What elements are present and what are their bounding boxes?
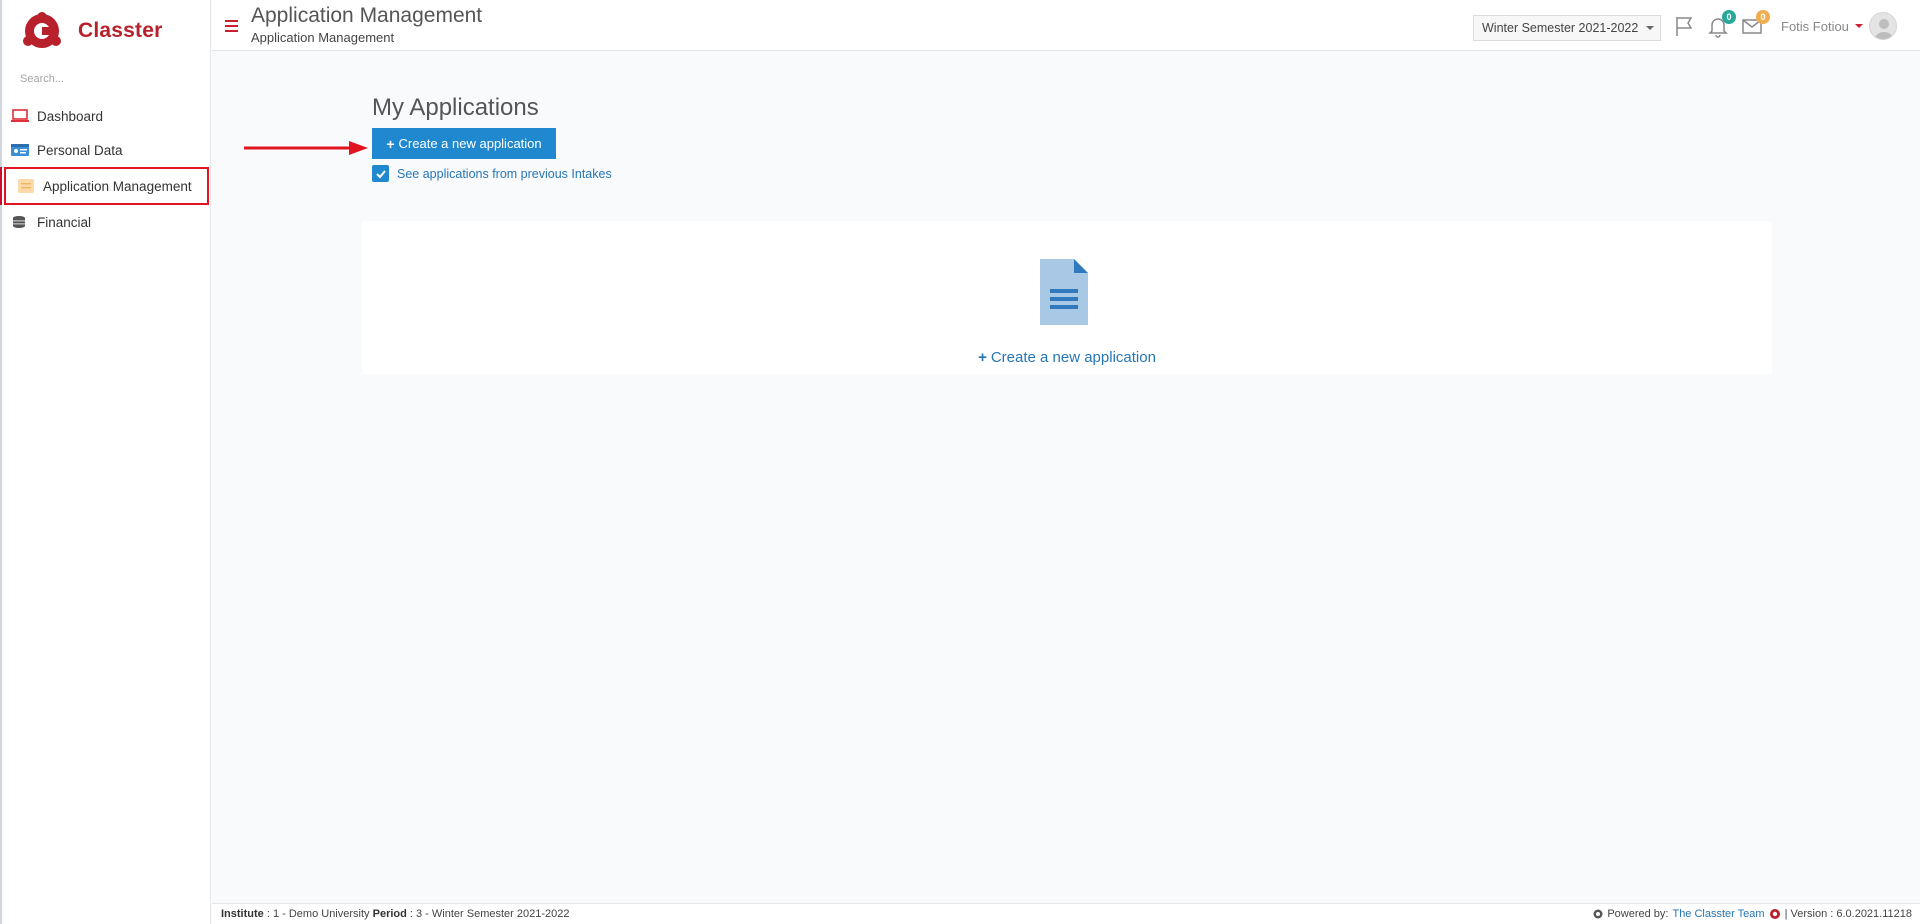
- check-icon: [375, 169, 386, 178]
- sidebar-item-label: Personal Data: [37, 142, 123, 158]
- create-application-button[interactable]: + Create a new application: [372, 128, 556, 159]
- brand-name: Classter: [78, 19, 163, 42]
- see-previous-intakes-label: See applications from previous Intakes: [397, 166, 612, 181]
- plus-icon: +: [386, 135, 395, 152]
- sidebar-item-label: Application Management: [43, 178, 192, 194]
- empty-state-create-label: Create a new application: [990, 349, 1156, 366]
- sidebar-item-dashboard[interactable]: Dashboard: [2, 99, 210, 133]
- sidebar-item-financial[interactable]: Financial: [2, 205, 210, 239]
- bell-icon[interactable]: 0: [1706, 10, 1736, 38]
- empty-state-create-link[interactable]: + Create a new application: [362, 349, 1772, 366]
- sidebar-item-label: Financial: [37, 214, 92, 230]
- document-icon: [1040, 259, 1088, 325]
- hamburger-menu-icon[interactable]: [225, 20, 238, 32]
- plus-icon: +: [978, 349, 987, 366]
- folder-icon: [16, 178, 36, 194]
- sidebar-item-application-management[interactable]: Application Management: [0, 167, 209, 205]
- empty-state-card: + Create a new application: [362, 221, 1772, 374]
- semester-select[interactable]: Winter Semester 2021-2022: [1473, 15, 1661, 41]
- sidebar-item-personal-data[interactable]: Personal Data: [2, 133, 210, 167]
- messages-badge: 0: [1756, 10, 1770, 24]
- mail-icon[interactable]: 0: [1740, 10, 1770, 38]
- arrow-right-icon: [244, 141, 368, 155]
- footer-version: | Version : 6.0.2021.11218: [1784, 908, 1912, 920]
- footer: Institute : 1 - Demo University Period :…: [212, 903, 1920, 924]
- sidebar: Classter Dashboard Personal Data Applica…: [0, 0, 211, 924]
- notifications-badge: 0: [1722, 10, 1736, 24]
- see-previous-intakes-toggle[interactable]: See applications from previous Intakes: [372, 165, 612, 182]
- sidebar-nav: Dashboard Personal Data Application Mana…: [0, 99, 210, 239]
- user-menu[interactable]: Fotis Fotiou: [1781, 12, 1897, 40]
- footer-institute-label: Institute: [221, 908, 264, 920]
- page-title: Application Management: [251, 4, 483, 27]
- classter-logo-icon: [22, 11, 62, 51]
- id-card-icon: [10, 142, 30, 158]
- chevron-down-icon: [1646, 26, 1655, 30]
- footer-right: Powered by: The Classter Team | Version …: [1593, 908, 1912, 920]
- footer-powered-by: Powered by:: [1607, 908, 1669, 920]
- footer-period-value: : 3 - Winter Semester 2021-2022: [409, 908, 570, 920]
- section-title: My Applications: [372, 94, 539, 121]
- footer-institute-value: : 1 - Demo University: [266, 908, 370, 920]
- footer-team-link[interactable]: The Classter Team: [1672, 908, 1764, 920]
- semester-select-value: Winter Semester 2021-2022: [1482, 21, 1639, 35]
- coins-icon: [10, 214, 30, 230]
- breadcrumb: Application Management: [251, 30, 395, 45]
- avatar: [1868, 12, 1897, 40]
- flag-icon[interactable]: [1672, 14, 1696, 38]
- search-input[interactable]: [20, 73, 200, 85]
- laptop-icon: [10, 108, 30, 124]
- classter-logo-small-icon: [1769, 908, 1781, 920]
- chevron-down-icon: [1854, 24, 1863, 28]
- footer-period-label: Period: [372, 908, 407, 920]
- user-name: Fotis Fotiou: [1781, 18, 1849, 34]
- create-application-button-label: Create a new application: [398, 136, 542, 151]
- top-header: Application Management Application Manag…: [212, 0, 1920, 51]
- sidebar-item-label: Dashboard: [37, 108, 104, 124]
- classter-small-icon: [1593, 909, 1603, 919]
- see-previous-intakes-checkbox[interactable]: [372, 165, 389, 182]
- brand[interactable]: Classter: [2, 0, 210, 62]
